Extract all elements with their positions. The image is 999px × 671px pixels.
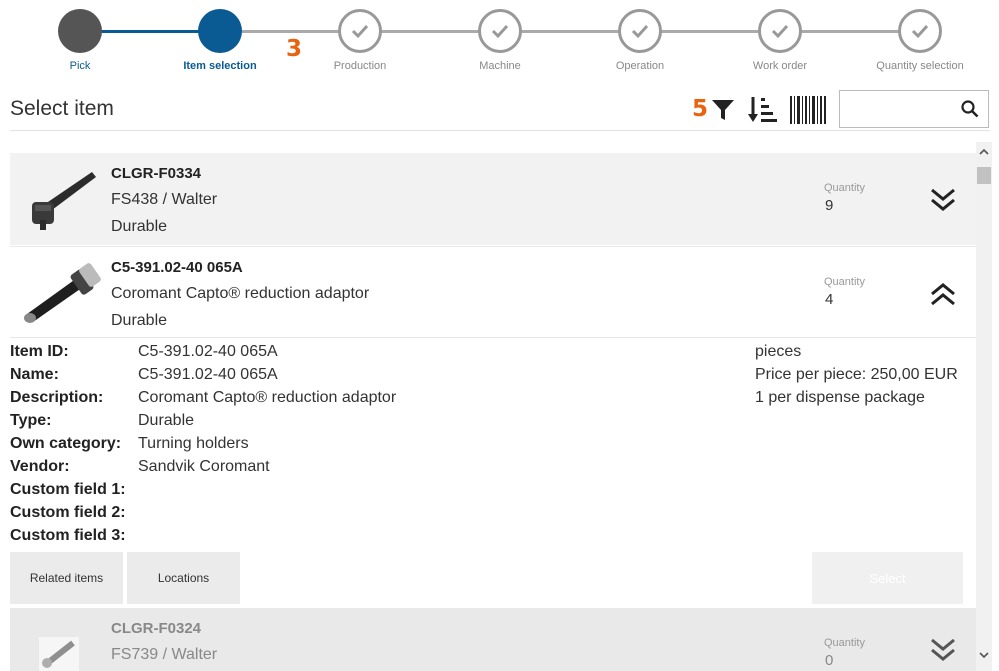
list-item[interactable]: CLGR-F0334 FS438 / Walter Durable Quanti… — [10, 153, 976, 245]
detail-value: Sandvik Coromant — [138, 458, 270, 475]
step-item-selection[interactable]: Item selection — [150, 9, 290, 72]
step-label: Work order — [752, 60, 808, 72]
scroll-thumb[interactable] — [977, 167, 991, 184]
search-input[interactable] — [846, 99, 958, 121]
page-title: Select item — [10, 97, 114, 120]
quantity-value: 9 — [825, 197, 834, 214]
select-button[interactable]: Select — [812, 552, 963, 604]
package-text: 1 per dispense package — [755, 389, 925, 406]
step-label: Pick — [69, 60, 91, 72]
detail-key: Vendor: — [10, 458, 70, 475]
callout-marker-3: 3 — [286, 36, 303, 62]
step-work-order[interactable]: Work order — [710, 9, 850, 72]
step-machine[interactable]: Machine — [430, 9, 570, 72]
detail-key: Own category: — [10, 435, 122, 452]
list-item-expanded[interactable]: C5-391.02-40 065A Coromant Capto® reduct… — [10, 246, 976, 338]
check-icon — [338, 9, 382, 53]
search-field — [839, 90, 989, 128]
step-label: Machine — [479, 60, 521, 72]
detail-key: Name: — [10, 366, 59, 383]
scroll-down-icon[interactable] — [978, 650, 990, 660]
detail-value: C5-391.02-40 065A — [138, 343, 278, 360]
check-icon — [478, 9, 522, 53]
quantity-value: 0 — [825, 652, 834, 669]
unit-text: pieces — [755, 343, 802, 360]
item-code: CLGR-F0324 — [111, 620, 202, 637]
scroll-up-icon[interactable] — [978, 146, 990, 156]
item-thumbnail — [18, 251, 102, 335]
item-type: Durable — [111, 218, 168, 235]
item-description: FS438 / Walter — [111, 191, 218, 208]
item-type: Durable — [111, 312, 168, 329]
detail-value: Durable — [138, 412, 195, 429]
search-icon[interactable] — [961, 100, 979, 123]
check-icon — [758, 9, 802, 53]
detail-key: Custom field 2: — [10, 504, 126, 521]
detail-value: Turning holders — [138, 435, 249, 452]
callout-marker-5: 5 — [692, 96, 709, 122]
step-production[interactable]: Production — [290, 9, 430, 72]
sort-icon[interactable] — [746, 92, 778, 128]
quantity-label: Quantity — [824, 637, 865, 649]
item-description: Coromant Capto® reduction adaptor — [111, 285, 370, 302]
step-label: Quantity selection — [876, 60, 964, 72]
step-label: Item selection — [183, 60, 257, 72]
step-quantity-selection[interactable]: Quantity selection — [850, 9, 990, 72]
header-divider — [10, 130, 990, 131]
step-label: Production — [333, 60, 387, 72]
filter-icon[interactable] — [710, 92, 736, 128]
list-item[interactable]: CLGR-F0324 FS739 / Walter Quantity 0 — [10, 608, 976, 671]
list-scrollbar[interactable] — [976, 142, 992, 671]
item-code: CLGR-F0334 — [111, 165, 202, 182]
detail-key: Item ID: — [10, 343, 69, 360]
locations-button[interactable]: Locations — [127, 552, 240, 604]
detail-key: Custom field 3: — [10, 527, 126, 544]
step-label: Operation — [615, 60, 665, 72]
chevron-double-up-icon[interactable] — [928, 281, 958, 307]
step-circle — [198, 9, 242, 53]
chevron-double-down-icon[interactable] — [928, 187, 958, 213]
quantity-label: Quantity — [824, 182, 865, 194]
quantity-label: Quantity — [824, 276, 865, 288]
detail-key: Custom field 1: — [10, 481, 126, 498]
item-thumbnail — [18, 157, 102, 241]
quantity-value: 4 — [825, 291, 834, 308]
progress-stepper: Pick Item selection Production Machine O… — [0, 0, 999, 80]
detail-key: Type: — [10, 412, 52, 429]
barcode-icon[interactable] — [788, 92, 828, 128]
check-icon — [898, 9, 942, 53]
chevron-double-down-icon[interactable] — [928, 637, 958, 663]
step-pick[interactable]: Pick — [10, 9, 150, 72]
detail-key: Description: — [10, 389, 104, 406]
item-description: FS739 / Walter — [111, 646, 218, 663]
item-thumbnail — [18, 612, 102, 671]
price-text: Price per piece: 250,00 EUR — [755, 366, 958, 383]
step-circle — [58, 9, 102, 53]
item-list: CLGR-F0334 FS438 / Walter Durable Quanti… — [10, 153, 976, 671]
check-icon — [618, 9, 662, 53]
detail-value: Coromant Capto® reduction adaptor — [138, 389, 397, 406]
item-code: C5-391.02-40 065A — [111, 259, 243, 276]
detail-value: C5-391.02-40 065A — [138, 366, 278, 383]
step-operation[interactable]: Operation — [570, 9, 710, 72]
related-items-button[interactable]: Related items — [10, 552, 123, 604]
